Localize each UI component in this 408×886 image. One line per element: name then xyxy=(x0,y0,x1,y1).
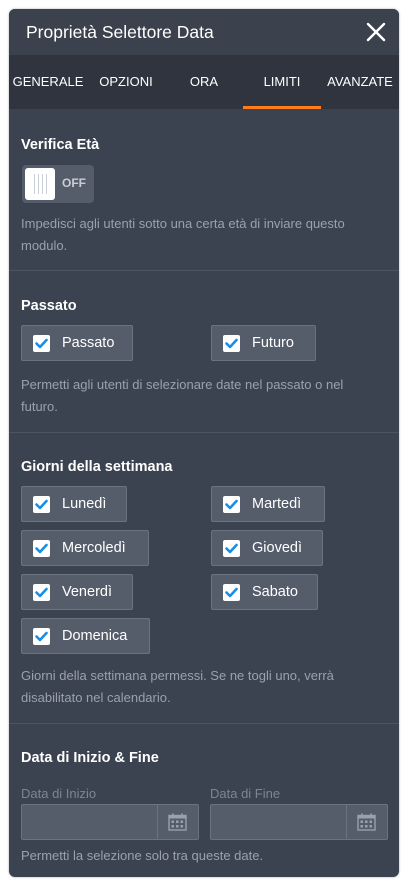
date-range-title: Data di Inizio & Fine xyxy=(21,750,159,766)
checkbox-label: Domenica xyxy=(62,628,128,644)
checkbox-giovedi[interactable]: Giovedì xyxy=(211,530,323,566)
checkbox-box xyxy=(33,540,50,557)
tab-bar: GENERALE OPZIONI ORA LIMITI AVANZATE xyxy=(9,55,399,109)
weekdays-title: Giorni della settimana xyxy=(21,459,173,475)
tab-opzioni[interactable]: OPZIONI xyxy=(87,55,165,109)
checkbox-box xyxy=(223,335,240,352)
checkbox-box xyxy=(223,540,240,557)
panel-header: Proprietà Selettore Data xyxy=(9,9,399,55)
start-date-label: Data di Inizio xyxy=(21,786,97,801)
checkbox-label: Venerdì xyxy=(62,584,112,600)
age-check-toggle[interactable]: OFF xyxy=(22,165,94,203)
age-check-description: Impedisci agli utenti sotto una certa et… xyxy=(21,216,345,253)
checkbox-label: Futuro xyxy=(252,335,294,351)
checkbox-label: Giovedì xyxy=(252,540,302,556)
checkbox-box xyxy=(33,496,50,513)
checkbox-label: Passato xyxy=(62,335,115,351)
checkbox-venerdi[interactable]: Venerdì xyxy=(21,574,133,610)
checkbox-lunedi[interactable]: Lunedì xyxy=(21,486,127,522)
past-description: Permetti agli utenti di selezionare date… xyxy=(21,377,344,414)
checkbox-label: Martedì xyxy=(252,496,302,512)
panel-title: Proprietà Selettore Data xyxy=(26,22,214,42)
checkmark-icon xyxy=(35,631,48,642)
tab-limiti[interactable]: LIMITI xyxy=(243,55,321,109)
weekdays-description: Giorni della settimana permessi. Se ne t… xyxy=(21,668,334,705)
checkbox-label: Sabato xyxy=(252,584,298,600)
close-icon xyxy=(366,22,386,42)
end-date-calendar-button[interactable] xyxy=(346,805,387,839)
checkmark-icon xyxy=(225,499,238,510)
checkmark-icon xyxy=(35,338,48,349)
checkmark-icon xyxy=(35,499,48,510)
checkbox-mercoledi[interactable]: Mercoledì xyxy=(21,530,149,566)
checkbox-label: Lunedì xyxy=(62,496,107,512)
tab-avanzate[interactable]: AVANZATE xyxy=(321,55,399,109)
date-range-description: Permetti la selezione solo tra queste da… xyxy=(21,848,264,863)
properties-panel: Proprietà Selettore Data GENERALE OPZION… xyxy=(9,9,399,877)
checkmark-icon xyxy=(225,338,238,349)
toggle-state-label: OFF xyxy=(62,176,86,190)
checkbox-domenica[interactable]: Domenica xyxy=(21,618,150,654)
past-title: Passato xyxy=(21,298,77,314)
checkmark-icon xyxy=(35,543,48,554)
checkbox-label: Mercoledì xyxy=(62,540,126,556)
calendar-icon xyxy=(357,813,376,831)
start-date-input[interactable] xyxy=(21,804,199,840)
age-check-title: Verifica Età xyxy=(21,137,100,153)
checkbox-box xyxy=(33,584,50,601)
tab-generale[interactable]: GENERALE xyxy=(9,55,87,109)
end-date-input[interactable] xyxy=(210,804,388,840)
checkmark-icon xyxy=(225,543,238,554)
checkbox-passato[interactable]: Passato xyxy=(21,325,133,361)
start-date-calendar-button[interactable] xyxy=(157,805,198,839)
checkbox-box xyxy=(223,496,240,513)
checkbox-box xyxy=(33,335,50,352)
tab-ora[interactable]: ORA xyxy=(165,55,243,109)
calendar-icon xyxy=(168,813,187,831)
checkbox-box xyxy=(33,628,50,645)
close-button[interactable] xyxy=(365,21,387,43)
checkbox-sabato[interactable]: Sabato xyxy=(211,574,318,610)
end-date-label: Data di Fine xyxy=(210,786,281,801)
checkbox-box xyxy=(223,584,240,601)
checkbox-martedi[interactable]: Martedì xyxy=(211,486,325,522)
toggle-knob xyxy=(25,168,55,200)
checkmark-icon xyxy=(225,587,238,598)
checkmark-icon xyxy=(35,587,48,598)
checkbox-futuro[interactable]: Futuro xyxy=(211,325,316,361)
